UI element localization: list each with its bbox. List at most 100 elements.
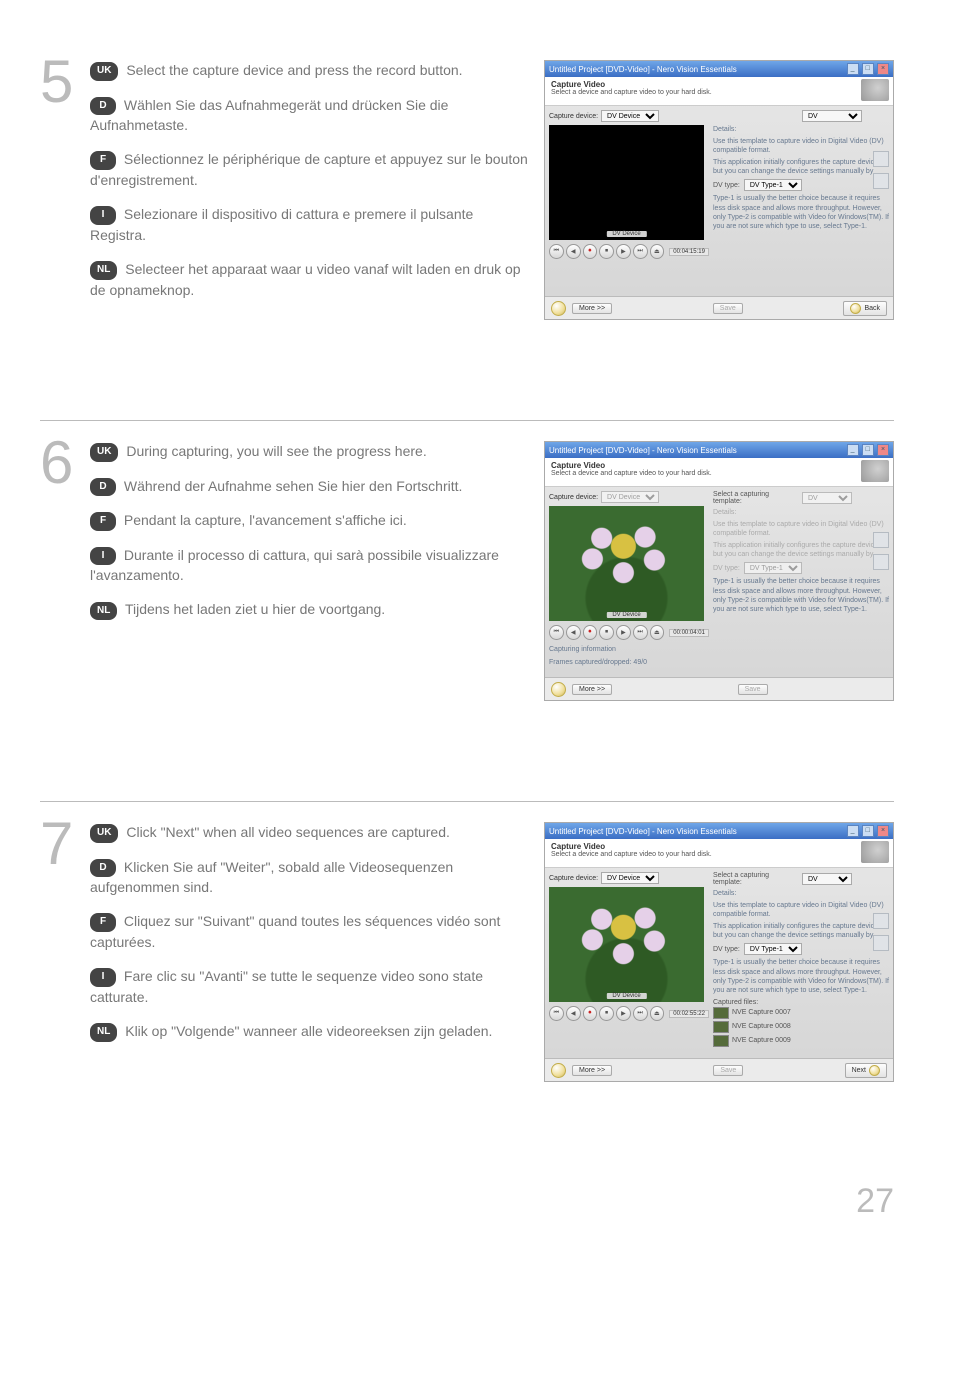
list-item[interactable]: NVE Capture 0008 [713,1020,889,1034]
capture-device-select[interactable]: DV Device [601,872,659,884]
list-item[interactable]: NVE Capture 0007 [713,1006,889,1020]
minimize-icon[interactable]: _ [847,444,859,456]
capture-device-select[interactable]: DV Device [601,110,659,122]
eject-button[interactable]: ⏏ [650,625,665,640]
step-7: 7 UK Click "Next" when all video sequenc… [40,822,894,1082]
nero-logo [861,79,889,101]
captured-files-label: Captured files: [713,999,889,1006]
help-icon[interactable] [551,682,566,697]
stop-button[interactable]: ⏹ [599,244,614,259]
lang-block-uk: UK Click "Next" when all video sequences… [90,822,529,843]
list-item[interactable]: NVE Capture 0009 [713,1034,889,1048]
save-button[interactable]: Save [713,303,743,314]
window-titlebar: Untitled Project [DVD-Video] - Nero Visi… [545,823,893,839]
video-preview: DV Device [549,125,704,240]
lang-pill: NL [90,261,117,280]
dv-type-text: Type-1 is usually the better choice beca… [713,958,889,994]
help-icon[interactable] [551,301,566,316]
panel-header: Capture Video Select a device and captur… [545,458,893,487]
panel-subtitle: Select a device and capture video to you… [551,470,887,477]
maximize-icon[interactable]: □ [862,444,874,456]
back-button[interactable]: Back [843,301,887,316]
stop-button[interactable]: ⏹ [599,1006,614,1021]
details-text: This application initially configures th… [713,158,889,176]
step-text-column: UK Select the capture device and press t… [90,60,544,314]
lang-pill: I [90,968,116,987]
rewind-button[interactable]: ◀ [566,244,581,259]
more-button[interactable]: More >> [572,1065,612,1076]
minimize-icon[interactable]: _ [847,825,859,837]
close-icon[interactable]: × [877,63,889,75]
capturing-info-label: Capturing information [549,646,709,653]
rewind-button[interactable]: ◀ [566,625,581,640]
next-button[interactable]: ⏭ [633,244,648,259]
more-button[interactable]: More >> [572,303,612,314]
capturing-info-value: Frames captured/dropped: 49/0 [549,659,709,666]
lang-pill: NL [90,602,117,621]
settings-icon[interactable] [873,935,889,951]
record-button[interactable]: ⏺ [583,625,598,640]
panel-title: Capture Video [551,842,887,851]
step-number: 6 [40,433,90,493]
wizard-footer: More >> Save Next [545,1058,893,1081]
template-select[interactable]: DV [802,110,862,122]
lang-text: Durante il processo di cattura, qui sarà… [90,547,499,584]
window-titlebar: Untitled Project [DVD-Video] - Nero Visi… [545,442,893,458]
next-button[interactable]: Next [845,1063,887,1078]
save-button: Save [738,684,768,695]
maximize-icon[interactable]: □ [862,825,874,837]
thumbnail-icon [713,1007,729,1019]
lang-text: Select the capture device and press the … [126,62,462,78]
next-button[interactable]: ⏭ [633,625,648,640]
more-button[interactable]: More >> [572,684,612,695]
nero-logo [861,841,889,863]
prev-button[interactable]: ⏮ [549,244,564,259]
play-button[interactable]: ▶ [616,625,631,640]
wizard-footer: More >> Save [545,677,893,700]
record-button[interactable]: ⏺ [583,1006,598,1021]
details-text: Use this template to capture video in Di… [713,520,889,538]
details-heading: Details: [713,125,889,134]
record-button[interactable]: ⏺ [583,244,598,259]
lang-pill: UK [90,824,118,843]
rewind-button[interactable]: ◀ [566,1006,581,1021]
settings-icon[interactable] [873,554,889,570]
monitor-icon[interactable] [873,151,889,167]
lang-pill: UK [90,62,118,81]
window-title: Untitled Project [DVD-Video] - Nero Visi… [549,827,737,836]
dv-type-text: Type-1 is usually the better choice beca… [713,577,889,613]
settings-icon[interactable] [873,173,889,189]
template-label: Select a capturing template: [713,872,798,886]
template-select[interactable]: DV [802,873,852,885]
dv-type-select[interactable]: DV Type-1 [744,943,802,955]
step-text-column: UK During capturing, you will see the pr… [90,441,544,634]
captured-files-list: Captured files: NVE Capture 0007 NVE Cap… [713,999,889,1048]
save-button[interactable]: Save [713,1065,743,1076]
minimize-icon[interactable]: _ [847,63,859,75]
monitor-icon[interactable] [873,913,889,929]
close-icon[interactable]: × [877,444,889,456]
lang-block-d: D Wählen Sie das Aufnahmegerät und drück… [90,95,529,136]
dv-type-select[interactable]: DV Type-1 [744,179,802,191]
monitor-icon[interactable] [873,532,889,548]
lang-block-nl: NL Tijdens het laden ziet u hier de voor… [90,599,529,620]
eject-button[interactable]: ⏏ [650,1006,665,1021]
step-text-column: UK Click "Next" when all video sequences… [90,822,544,1056]
play-button[interactable]: ▶ [616,1006,631,1021]
stop-button[interactable]: ⏹ [599,625,614,640]
lang-text: Klicken Sie auf "Weiter", sobald alle Vi… [90,859,453,896]
close-icon[interactable]: × [877,825,889,837]
prev-button[interactable]: ⏮ [549,1006,564,1021]
maximize-icon[interactable]: □ [862,63,874,75]
side-toolbar [873,532,889,576]
lang-pill: F [90,512,116,531]
prev-button[interactable]: ⏮ [549,625,564,640]
side-toolbar [873,913,889,957]
transport-controls: ⏮ ◀ ⏺ ⏹ ▶ ⏭ ⏏ 00:02:55:22 [549,1006,709,1021]
eject-button[interactable]: ⏏ [650,244,665,259]
next-button[interactable]: ⏭ [633,1006,648,1021]
lang-pill: I [90,206,116,225]
help-icon[interactable] [551,1063,566,1078]
play-button[interactable]: ▶ [616,244,631,259]
thumbnail-icon [713,1021,729,1033]
